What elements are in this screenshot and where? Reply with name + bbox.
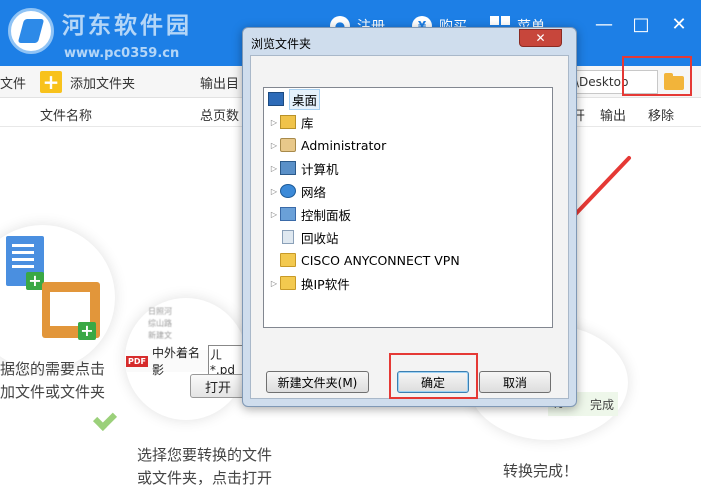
column-file-name: 文件名称: [40, 109, 93, 124]
recycle-bin-icon: [282, 230, 294, 244]
tree-item-control-panel[interactable]: ▷ 控制面板: [268, 203, 351, 225]
dialog-title: 浏览文件夹: [251, 37, 312, 51]
folder-plus-icon: +: [78, 322, 96, 340]
expand-arrow-icon[interactable]: ▷: [268, 187, 280, 196]
folder-icon: [280, 276, 296, 290]
expand-arrow-icon[interactable]: ▷: [268, 141, 280, 150]
tree-item-administrator[interactable]: ▷ Administrator: [268, 134, 386, 156]
add-folder-button[interactable]: 添加文件夹: [70, 73, 135, 92]
tree-item-ip-software[interactable]: ▷ 换IP软件: [268, 272, 350, 294]
tree-item-label: 控制面板: [301, 207, 352, 223]
step2-text: 选择您要转换的文件 或文件夹，点击打开: [137, 446, 273, 487]
pdf-icon: PDF: [126, 355, 148, 367]
network-icon: [280, 184, 296, 198]
minimize-button[interactable]: —: [592, 12, 616, 36]
tree-item-library[interactable]: ▷ 库: [268, 111, 314, 133]
output-dir-label: 输出目: [200, 77, 240, 92]
app-logo-icon: [8, 8, 54, 54]
step3-text: 转换完成！: [503, 462, 579, 480]
column-output: 输出: [600, 109, 627, 124]
check-arrow-icon: [92, 406, 118, 432]
highlight-ok-box: [389, 353, 478, 399]
tree-item-label: 桌面: [289, 88, 321, 110]
plus-icon: +: [40, 71, 62, 93]
tree-item-label: 库: [301, 115, 314, 131]
new-folder-button[interactable]: 新建文件夹(M): [266, 371, 369, 393]
tree-item-label: Administrator: [301, 137, 387, 153]
tree-item-recycle-bin[interactable]: 回收站: [268, 226, 339, 248]
tree-item-label: CISCO ANYCONNECT VPN: [301, 252, 460, 268]
illustration-open-button: 打开: [190, 374, 246, 398]
expand-arrow-icon[interactable]: ▷: [268, 118, 280, 127]
expand-arrow-icon[interactable]: ▷: [268, 279, 280, 288]
browse-folder-dialog: 浏览文件夹 ✕ 桌面 ▷ 库 ▷ Administrator ▷ 计算机 ▷ 网…: [242, 27, 577, 407]
blurred-file-list: 日照河 综山路 新建文: [148, 307, 172, 340]
tree-item-label: 网络: [301, 184, 327, 200]
highlight-browse-box: [622, 56, 692, 96]
tree-item-cisco-vpn[interactable]: CISCO ANYCONNECT VPN: [268, 249, 460, 271]
pdf-file-row: PDF 中外着名影 ㄦ*.pd: [126, 344, 244, 378]
expand-arrow-icon[interactable]: ▷: [268, 210, 280, 219]
add-file-button[interactable]: 文件: [0, 73, 26, 92]
tree-item-label: 回收站: [301, 230, 339, 246]
column-page-count: 总页数: [200, 109, 240, 124]
cancel-button[interactable]: 取消: [479, 371, 551, 393]
tree-item-label: 换IP软件: [301, 276, 350, 292]
desktop-icon: [268, 92, 284, 106]
maximize-button[interactable]: □: [629, 12, 653, 36]
expand-arrow-icon[interactable]: ▷: [268, 164, 280, 173]
computer-icon: [280, 161, 296, 175]
folder-icon: [280, 253, 296, 267]
brand-watermark: 河东软件园: [62, 13, 192, 39]
library-icon: [280, 115, 296, 129]
tree-item-desktop[interactable]: 桌面: [268, 88, 321, 110]
close-button[interactable]: ✕: [667, 12, 691, 36]
tree-item-computer[interactable]: ▷ 计算机: [268, 157, 339, 179]
step1-text: 据您的需要点击 加文件或文件夹: [0, 360, 106, 401]
dialog-close-button[interactable]: ✕: [519, 29, 562, 47]
tree-item-network[interactable]: ▷ 网络: [268, 180, 326, 202]
tree-item-label: 计算机: [301, 161, 339, 177]
user-folder-icon: [280, 138, 296, 152]
control-panel-icon: [280, 207, 296, 221]
brand-url-watermark: www.pc0359.cn: [64, 46, 180, 61]
folder-tree[interactable]: 桌面 ▷ 库 ▷ Administrator ▷ 计算机 ▷ 网络 ▷ 控制面板: [263, 87, 553, 328]
column-remove: 移除: [648, 109, 675, 124]
